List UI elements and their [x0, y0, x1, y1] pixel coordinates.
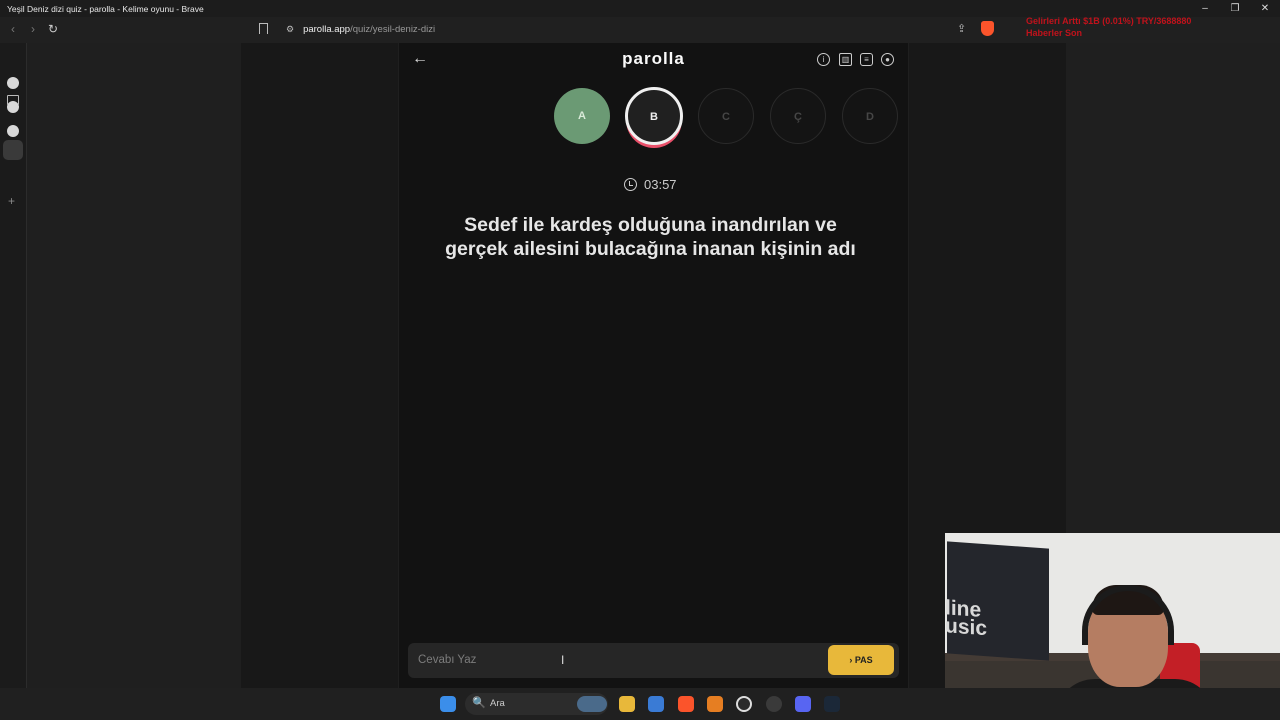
letter-b-active: B [625, 87, 683, 145]
search-icon: 🔍 [472, 697, 486, 709]
info-icon[interactable]: i [817, 53, 830, 66]
site-settings-icon[interactable]: ⚙ [286, 24, 294, 35]
text-cursor-icon: I [561, 653, 565, 667]
question-text: Sedef ile kardeş olduğuna inandırılan ve… [445, 214, 856, 260]
webcam-monitor: line usic [945, 541, 1049, 661]
window-titlebar: Yeşil Deniz dizi quiz - parolla - Kelime… [0, 0, 1280, 17]
app-icon-orange[interactable] [707, 696, 723, 712]
url-text: parolla.app/quiz/yesil-deniz-dizi [303, 24, 435, 35]
pass-button[interactable]: › PAS [828, 645, 894, 675]
brave-taskbar-icon[interactable] [678, 696, 694, 712]
stream-ticker-line1: Gelirleri Arttı $1B (0.01%) TRY/3688880 [1026, 16, 1192, 26]
timer: 03:57 [624, 176, 677, 192]
browser-sidebar: + [0, 43, 27, 688]
letter-d: D [842, 88, 898, 144]
taskbar [0, 688, 1280, 720]
stats-icon[interactable]: ▥ [839, 53, 852, 66]
clock-icon [624, 177, 637, 191]
webcam-monitor-text: line usic [945, 596, 988, 641]
sidebar-add-icon[interactable]: + [8, 194, 15, 208]
page-margin-left [27, 43, 241, 688]
steam-icon[interactable] [824, 696, 840, 712]
sidebar-app-icon-2[interactable] [7, 101, 19, 113]
account-icon[interactable]: ● [881, 53, 894, 66]
reload-button[interactable]: ↻ [48, 22, 58, 36]
answer-input[interactable] [418, 651, 818, 669]
widget-icon[interactable] [577, 696, 607, 712]
letter-c-cedilla: Ç [770, 88, 826, 144]
search-label: Ara [490, 698, 505, 709]
forward-nav-button[interactable]: › [31, 22, 35, 36]
url-path: /quiz/yesil-deniz-dizi [350, 24, 436, 35]
back-nav-button[interactable]: ‹ [11, 22, 15, 36]
share-icon[interactable]: ⇪ [957, 22, 966, 35]
windows-start-icon[interactable] [440, 696, 456, 712]
logo[interactable]: parolla [590, 49, 717, 69]
discord-icon[interactable] [795, 696, 811, 712]
app-icon-dark[interactable] [766, 696, 782, 712]
brave-shields-icon[interactable] [981, 21, 994, 36]
stream-ticker-line2: Haberler Son [1026, 28, 1083, 38]
sidebar-active-highlight [3, 140, 23, 160]
url-host: parolla.app [303, 24, 351, 35]
maximize-button[interactable]: ❐ [1220, 0, 1250, 17]
minimize-button[interactable]: – [1190, 0, 1220, 17]
letter-c: C [698, 88, 754, 144]
back-arrow-icon[interactable]: ← [412, 50, 428, 68]
answer-box [408, 643, 899, 678]
window-title: Yeşil Deniz dizi quiz - parolla - Kelime… [7, 3, 204, 14]
sidebar-app-icon-3[interactable] [7, 125, 19, 137]
url-field[interactable]: ⚙ parolla.app/quiz/yesil-deniz-dizi [281, 21, 996, 38]
obs-icon[interactable] [736, 696, 752, 712]
letter-a: A [554, 88, 610, 144]
chat-icon[interactable]: ≡ [860, 53, 873, 66]
bookmark-icon[interactable] [259, 23, 268, 34]
store-icon[interactable] [648, 696, 664, 712]
timer-value: 03:57 [644, 176, 677, 192]
sidebar-app-icon-1[interactable] [7, 77, 19, 89]
file-explorer-icon[interactable] [619, 696, 635, 712]
window-controls: – ❐ ✕ [1190, 0, 1280, 17]
close-button[interactable]: ✕ [1250, 0, 1280, 17]
